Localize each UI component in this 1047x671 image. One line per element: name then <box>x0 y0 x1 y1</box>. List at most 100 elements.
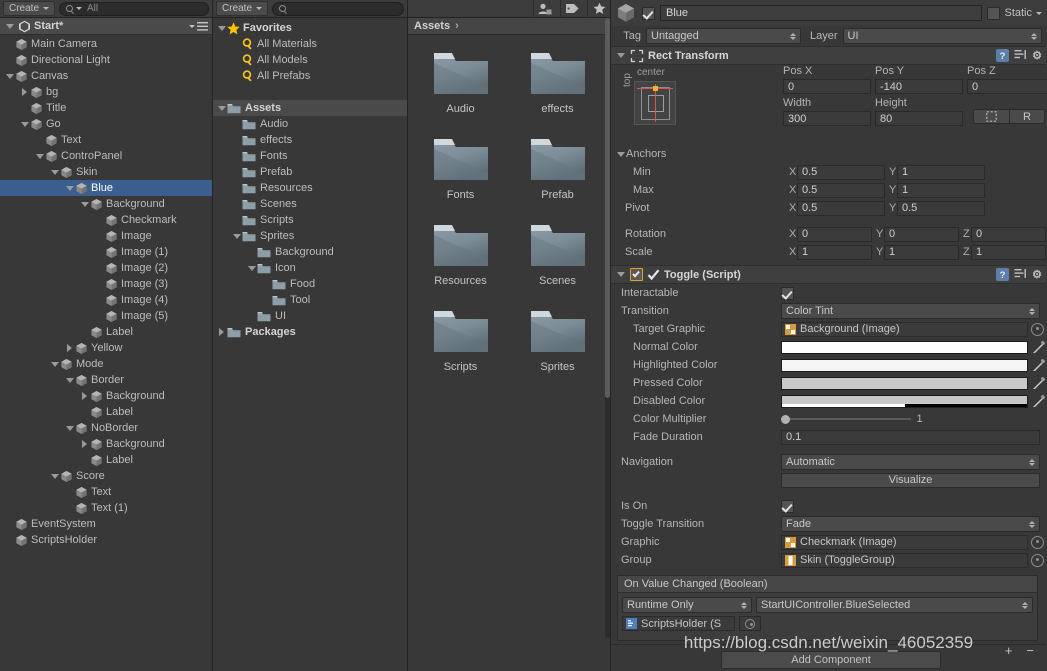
object-enabled-checkbox[interactable] <box>642 6 655 20</box>
static-toggle-group[interactable]: Static <box>987 6 1042 20</box>
width-field[interactable]: 300 <box>783 111 871 126</box>
star-icon[interactable] <box>587 0 610 18</box>
scene-header-row[interactable]: Start* <box>0 18 212 35</box>
project-item-food[interactable]: Food <box>213 276 407 292</box>
gear-icon[interactable]: ⚙ <box>1032 268 1042 281</box>
chevron-down-icon[interactable] <box>1036 11 1042 15</box>
help-icon[interactable]: ? <box>996 49 1010 62</box>
project-item-favorites[interactable]: Favorites <box>213 20 407 36</box>
height-field[interactable]: 80 <box>875 111 963 126</box>
fade-duration-field[interactable]: 0.1 <box>781 429 1040 445</box>
pivot-y-field[interactable]: 0.5 <box>897 200 985 216</box>
hierarchy-item-checkmark[interactable]: Checkmark <box>0 212 212 228</box>
target-graphic-field[interactable]: Background (Image) <box>781 321 1028 337</box>
hierarchy-item-expanded-triangle[interactable] <box>19 116 30 132</box>
project-item-expanded-triangle[interactable] <box>216 100 227 116</box>
hierarchy-item-expanded-triangle[interactable] <box>4 68 15 84</box>
blueprint-icon[interactable] <box>973 109 1009 124</box>
project-item-all-materials[interactable]: All Materials <box>213 36 407 52</box>
tag-dropdown[interactable]: Untagged <box>646 28 801 44</box>
project-item-all-prefabs[interactable]: All Prefabs <box>213 68 407 84</box>
hierarchy-item-expanded-triangle[interactable] <box>49 356 60 372</box>
eyedropper-icon[interactable] <box>1032 340 1046 354</box>
hierarchy-item-directional-light[interactable]: Directional Light <box>0 52 212 68</box>
hierarchy-item-scriptsholder[interactable]: ScriptsHolder <box>0 532 212 548</box>
hierarchy-item-image[interactable]: Image <box>0 228 212 244</box>
project-item-audio[interactable]: Audio <box>213 116 407 132</box>
hierarchy-item-main-camera[interactable]: Main Camera <box>0 36 212 52</box>
project-item-collapsed-triangle[interactable] <box>216 324 227 340</box>
hierarchy-item-image-4[interactable]: Image (4) <box>0 292 212 308</box>
pos-x-field[interactable]: 0 <box>783 79 871 94</box>
project-item-expanded-triangle[interactable] <box>246 260 257 276</box>
project-item-expanded-triangle[interactable] <box>231 228 242 244</box>
object-name-field[interactable]: Blue <box>660 5 983 21</box>
hierarchy-item-yellow[interactable]: Yellow <box>0 340 212 356</box>
hierarchy-item-background[interactable]: Background <box>0 436 212 452</box>
hierarchy-item-go[interactable]: Go <box>0 116 212 132</box>
hierarchy-item-collapsed-triangle[interactable] <box>79 388 90 404</box>
interactable-checkbox[interactable] <box>781 286 794 300</box>
project-item-background[interactable]: Background <box>213 244 407 260</box>
eyedropper-icon[interactable] <box>1032 358 1046 372</box>
hierarchy-search-input[interactable]: All <box>59 1 209 16</box>
panel-menu-icon[interactable] <box>189 21 208 31</box>
asset-folder-effects[interactable]: effects <box>513 49 602 115</box>
hierarchy-create-button[interactable]: Create <box>3 1 56 16</box>
project-item-icon[interactable]: Icon <box>213 260 407 276</box>
color-multiplier-slider[interactable] <box>781 413 911 426</box>
hierarchy-item-border[interactable]: Border <box>0 372 212 388</box>
hierarchy-item-collapsed-triangle[interactable] <box>64 340 75 356</box>
asset-folder-audio[interactable]: Audio <box>416 49 505 115</box>
scene-expand-triangle[interactable] <box>4 18 15 34</box>
preset-icon[interactable] <box>1014 49 1027 62</box>
anchor-max-x-field[interactable]: 0.5 <box>797 182 885 198</box>
project-item-scripts[interactable]: Scripts <box>213 212 407 228</box>
assets-scrollbar[interactable] <box>605 18 610 638</box>
color-multiplier-value-field[interactable]: 1 <box>911 413 1047 425</box>
hierarchy-item-expanded-triangle[interactable] <box>79 196 90 212</box>
preset-icon[interactable] <box>1014 268 1027 281</box>
hierarchy-item-title[interactable]: Title <box>0 100 212 116</box>
rotation-x-field[interactable]: 0 <box>797 226 872 242</box>
person-tag-icon[interactable] <box>533 0 556 18</box>
static-checkbox[interactable] <box>987 6 1001 20</box>
hierarchy-item-label[interactable]: Label <box>0 452 212 468</box>
project-item-packages[interactable]: Packages <box>213 324 407 340</box>
event-object-picker-button[interactable] <box>739 616 761 631</box>
project-search-input[interactable] <box>272 1 404 16</box>
project-item-prefab[interactable]: Prefab <box>213 164 407 180</box>
hierarchy-item-score[interactable]: Score <box>0 468 212 484</box>
rotation-y-field[interactable]: 0 <box>884 226 959 242</box>
layer-dropdown[interactable]: UI <box>842 28 1042 44</box>
asset-folder-resources[interactable]: Resources <box>416 221 505 287</box>
pivot-x-field[interactable]: 0.5 <box>797 200 885 216</box>
hierarchy-item-noborder[interactable]: NoBorder <box>0 420 212 436</box>
hierarchy-item-contropanel[interactable]: ControPanel <box>0 148 212 164</box>
asset-folder-prefab[interactable]: Prefab <box>513 135 602 201</box>
pressed-color-swatch[interactable] <box>781 376 1028 390</box>
hierarchy-item-bg[interactable]: bg <box>0 84 212 100</box>
hierarchy-item-expanded-triangle[interactable] <box>64 420 75 436</box>
toggle-component-enabled-checkbox[interactable] <box>630 268 643 281</box>
project-item-resources[interactable]: Resources <box>213 180 407 196</box>
normal-color-swatch[interactable] <box>781 340 1028 354</box>
anchor-min-y-field[interactable]: 1 <box>897 164 985 180</box>
hierarchy-item-label[interactable]: Label <box>0 404 212 420</box>
rect-transform-foldout-triangle[interactable] <box>615 48 626 64</box>
project-item-expanded-triangle[interactable] <box>216 20 227 36</box>
anchors-foldout-triangle[interactable] <box>615 146 626 162</box>
hierarchy-item-expanded-triangle[interactable] <box>64 180 75 196</box>
project-item-sprites[interactable]: Sprites <box>213 228 407 244</box>
disabled-color-swatch[interactable] <box>781 394 1028 408</box>
project-item-tool[interactable]: Tool <box>213 292 407 308</box>
eyedropper-icon[interactable] <box>1032 394 1046 408</box>
transition-dropdown[interactable]: Color Tint <box>781 303 1040 319</box>
anchor-min-x-field[interactable]: 0.5 <box>797 164 885 180</box>
hierarchy-item-label[interactable]: Label <box>0 324 212 340</box>
scale-z-field[interactable]: 1 <box>971 244 1046 260</box>
object-picker-icon[interactable] <box>1031 553 1044 567</box>
hierarchy-item-mode[interactable]: Mode <box>0 356 212 372</box>
hierarchy-item-blue[interactable]: Blue <box>0 180 212 196</box>
navigation-dropdown[interactable]: Automatic <box>781 454 1040 470</box>
